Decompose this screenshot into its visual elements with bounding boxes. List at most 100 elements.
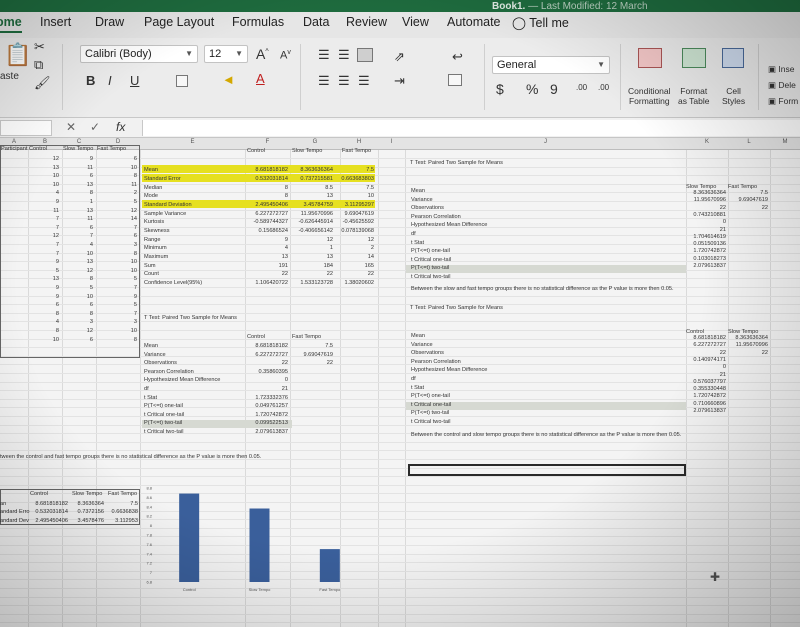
ttest-control-slow-label[interactable]: P(T<=t) one-tail: [411, 393, 450, 400]
stats-fast-value[interactable]: 7.5: [294, 185, 374, 192]
cell-styles-icon[interactable]: [722, 48, 744, 68]
data-table-cell[interactable]: 10: [28, 182, 59, 189]
ttest-left-control-value[interactable]: 2.079613837: [190, 429, 288, 436]
summary-slow-value[interactable]: 0.7372156: [68, 509, 104, 516]
ttest-slow-fast-value-1[interactable]: 8.363636364: [686, 190, 726, 197]
ttest-control-slow-value-1[interactable]: 2.079613837: [686, 408, 726, 415]
data-table-cell[interactable]: 10: [28, 337, 59, 344]
data-table-header[interactable]: Fast Tempo: [97, 146, 126, 153]
data-table-cell[interactable]: 9: [28, 259, 59, 266]
data-table-cell[interactable]: 5: [28, 268, 59, 275]
data-table-cell[interactable]: 10: [96, 165, 137, 172]
data-table-cell[interactable]: 7: [62, 233, 93, 240]
ttest-left-label[interactable]: t Critical one-tail: [144, 412, 184, 419]
summary-fast-value[interactable]: 3.112953: [104, 518, 138, 525]
data-table-cell[interactable]: 12: [96, 208, 137, 215]
ttest-control-slow-label[interactable]: Observations: [411, 350, 444, 357]
merge-center-icon[interactable]: [448, 74, 462, 86]
fill-color-icon[interactable]: ◄: [222, 73, 235, 86]
stats-fast-value[interactable]: 7.5: [294, 167, 374, 174]
data-table-cell[interactable]: 8: [28, 328, 59, 335]
data-table-cell[interactable]: 10: [96, 268, 137, 275]
ttest-slow-fast-label[interactable]: Observations: [411, 205, 444, 212]
data-table-cell[interactable]: 9: [62, 156, 93, 163]
bar-fast-tempo[interactable]: [319, 549, 340, 582]
data-table-cell[interactable]: 8: [96, 251, 137, 258]
ttest-slow-fast-value-2[interactable]: 9.69047619: [728, 197, 768, 204]
column-header-i[interactable]: I: [378, 139, 405, 145]
copy-icon[interactable]: ⧉: [34, 58, 43, 71]
align-bottom-icon[interactable]: [357, 48, 373, 62]
increase-decimal-button[interactable]: .00: [576, 84, 587, 92]
ttest-slow-fast-value-1[interactable]: 1.720742872: [686, 248, 726, 255]
ttest-control-slow-label[interactable]: P(T<=t) two-tail: [411, 410, 449, 417]
orientation-icon[interactable]: ⇗: [394, 50, 405, 63]
data-table-cell[interactable]: 8: [62, 311, 93, 318]
data-table-header[interactable]: Participant: [1, 146, 27, 153]
stats-label[interactable]: Standard Deviation: [144, 202, 192, 209]
data-table-cell[interactable]: 7: [96, 225, 137, 232]
data-table-cell[interactable]: 9: [28, 285, 59, 292]
cancel-icon[interactable]: ✕: [66, 120, 76, 134]
format-as-table-button[interactable]: Format as Table: [678, 86, 710, 106]
summary-slow-value[interactable]: 8.3636364: [68, 501, 104, 508]
ttest-left-fast-value[interactable]: 9.69047619: [245, 352, 333, 359]
data-table-cell[interactable]: 6: [62, 173, 93, 180]
ttest-left-control-value[interactable]: 1.720742872: [190, 412, 288, 419]
ttest-left-control-value[interactable]: 0: [190, 377, 288, 384]
stats-fast-value[interactable]: 14: [294, 254, 374, 261]
stats-label[interactable]: Mean: [144, 167, 158, 174]
indent-icon[interactable]: ⇥: [394, 74, 405, 87]
data-table-cell[interactable]: 6: [96, 233, 137, 240]
enter-icon[interactable]: ✓: [90, 120, 100, 134]
stats-fast-value[interactable]: 0.078139068: [294, 228, 374, 235]
stats-label[interactable]: Count: [144, 271, 159, 278]
data-table-cell[interactable]: 13: [28, 276, 59, 283]
tab-draw[interactable]: Draw: [95, 15, 124, 29]
data-table-cell[interactable]: 11: [62, 216, 93, 223]
data-table-cell[interactable]: 6: [62, 302, 93, 309]
stats-label[interactable]: Minimum: [144, 245, 167, 252]
currency-button[interactable]: $: [496, 82, 504, 96]
ttest-control-slow-value-2[interactable]: 8.363636364: [728, 335, 768, 342]
ttest-control-slow-label[interactable]: t Critical one-tail: [411, 402, 451, 409]
ttest-control-slow-label[interactable]: t Critical two-tail: [411, 419, 450, 426]
format-cells-button[interactable]: ▣ Form: [768, 96, 798, 106]
data-table-cell[interactable]: 10: [62, 294, 93, 301]
format-painter-icon[interactable]: 🖌: [34, 76, 51, 89]
conditional-formatting-button[interactable]: Conditional Formatting: [628, 86, 671, 106]
column-header-g[interactable]: G: [290, 139, 340, 145]
column-header-k[interactable]: K: [686, 139, 728, 145]
summary-control-value[interactable]: 8.681818182: [28, 501, 68, 508]
column-header-j[interactable]: J: [405, 139, 686, 145]
data-table-cell[interactable]: 11: [62, 165, 93, 172]
data-table-cell[interactable]: 8: [96, 337, 137, 344]
column-header-f[interactable]: F: [245, 139, 290, 145]
ttest-left-control-value[interactable]: 21: [190, 386, 288, 393]
summary-fast-value[interactable]: 0.6636838: [104, 509, 138, 516]
align-right-icon[interactable]: ☰: [358, 74, 370, 87]
ttest-control-slow-value-1[interactable]: 0: [686, 364, 726, 371]
ttest-control-slow-value-2[interactable]: 11.95670996: [728, 342, 768, 349]
ttest-control-slow-value-1[interactable]: 0.355330448: [686, 386, 726, 393]
data-table-cell[interactable]: 8: [28, 311, 59, 318]
data-table-header[interactable]: Control: [29, 146, 47, 153]
ttest-slow-fast-label[interactable]: t Stat: [411, 240, 424, 247]
ttest-left-label[interactable]: t Critical two-tail: [144, 429, 183, 436]
summary-header[interactable]: Fast Tempo: [108, 491, 137, 498]
ttest-control-slow-label[interactable]: df: [411, 376, 416, 383]
ttest-slow-fast-value-2[interactable]: 22: [728, 205, 768, 212]
summary-header[interactable]: Control: [30, 491, 48, 498]
name-box[interactable]: [0, 120, 52, 136]
ttest-left-control-value[interactable]: 1.723332376: [190, 395, 288, 402]
insert-cells-button[interactable]: ▣ Inse: [768, 64, 794, 74]
data-table-cell[interactable]: 10: [96, 328, 137, 335]
stats-label[interactable]: Sample Variance: [144, 211, 186, 218]
data-table-cell[interactable]: 3: [96, 242, 137, 249]
grow-font-button[interactable]: A^: [256, 47, 269, 61]
tab-data[interactable]: Data: [303, 15, 329, 29]
stats-label[interactable]: Sum: [144, 263, 156, 270]
ttest-control-slow-value-1[interactable]: 0.710660896: [686, 401, 726, 408]
stats-fast-value[interactable]: 2: [294, 245, 374, 252]
ttest-slow-fast-value-1[interactable]: 22: [686, 205, 726, 212]
